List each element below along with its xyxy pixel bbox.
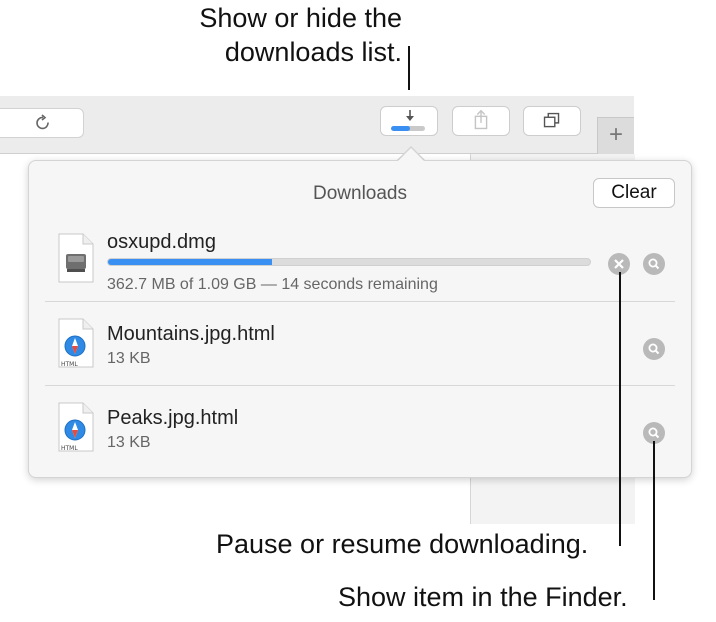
downloads-button[interactable] — [380, 106, 438, 136]
callout-downloads-list: Show or hide the downloads list. — [199, 2, 402, 70]
file-progress-bar — [107, 258, 591, 266]
popover-arrow — [397, 148, 425, 162]
disk-image-icon — [58, 233, 94, 283]
callout-pause-resume: Pause or resume downloading. — [216, 529, 589, 559]
file-progress-fill — [108, 259, 272, 265]
leader-line-pause — [619, 272, 621, 546]
safari-toolbar — [0, 96, 634, 154]
share-button[interactable] — [452, 106, 510, 136]
magnifier-icon — [648, 258, 660, 270]
tabs-overview-icon — [543, 112, 560, 128]
leader-line-downloads — [408, 46, 410, 90]
file-type-label: HTML — [61, 361, 78, 368]
file-size: 13 KB — [107, 434, 151, 451]
share-icon — [474, 109, 488, 130]
reload-icon[interactable] — [33, 113, 53, 133]
file-type-label: HTML — [61, 445, 78, 452]
file-name: Mountains.jpg.html — [107, 323, 275, 345]
downloads-progress-track — [391, 126, 425, 131]
download-arrow-icon — [406, 110, 414, 121]
show-tabs-button[interactable] — [523, 106, 581, 136]
file-name: Peaks.jpg.html — [107, 407, 239, 429]
downloads-title: Downloads — [313, 183, 407, 204]
file-name: osxupd.dmg — [107, 231, 216, 253]
file-size: 13 KB — [107, 350, 151, 367]
magnifier-icon — [648, 343, 660, 355]
show-in-finder-button[interactable] — [643, 338, 665, 360]
downloads-popover: Downloads Clear osxupd.dmg 362.7 MB of 1… — [28, 160, 692, 478]
callout-downloads-line-1: Show or hide the — [199, 3, 402, 33]
downloads-progress-fill — [391, 126, 410, 131]
clear-button[interactable]: Clear — [593, 178, 675, 208]
leader-line-finder — [653, 441, 655, 600]
address-field[interactable] — [0, 108, 84, 138]
callout-show-in-finder: Show item in the Finder. — [338, 582, 628, 612]
download-item-peaks[interactable]: HTML Peaks.jpg.html 13 KB — [45, 385, 675, 470]
download-item-mountains[interactable]: HTML Mountains.jpg.html 13 KB — [45, 301, 675, 386]
download-item-osxupd[interactable]: osxupd.dmg 362.7 MB of 1.09 GB — 14 seco… — [45, 217, 675, 301]
file-status: 362.7 MB of 1.09 GB — 14 seconds remaini… — [107, 276, 438, 293]
callout-downloads-line-2: downloads list. — [224, 36, 402, 67]
show-in-finder-button[interactable] — [643, 253, 665, 275]
new-tab-button[interactable]: + — [597, 117, 634, 154]
